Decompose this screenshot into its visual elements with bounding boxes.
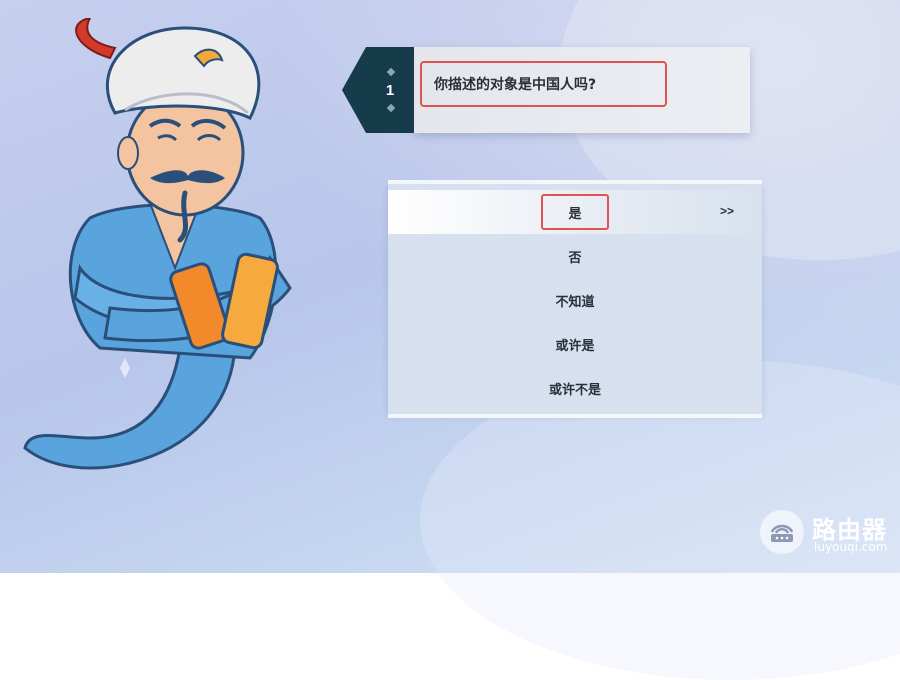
router-logo-icon (760, 510, 804, 554)
answer-probably[interactable]: 或许是 (388, 322, 762, 366)
answer-yes[interactable]: 是 >> (388, 190, 762, 234)
question-text: 你描述的对象是中国人吗? (420, 61, 667, 107)
question-panel: 1 你描述的对象是中国人吗? (342, 47, 750, 133)
answer-yes-highlight: 是 (541, 194, 609, 230)
answer-label: 或许不是 (548, 382, 601, 398)
watermark: 路由器 luyouqi.com (758, 508, 898, 568)
answer-dont-know[interactable]: 不知道 (388, 278, 762, 322)
answer-label: 否 (568, 250, 582, 266)
answer-label: 或许是 (555, 338, 595, 354)
question-number: 1 (385, 81, 395, 99)
genie-character (23, 18, 292, 470)
answer-label: 是 (568, 206, 582, 222)
answer-no[interactable]: 否 (388, 234, 762, 278)
watermark-subtitle: luyouqi.com (814, 540, 888, 554)
answer-label: 不知道 (555, 294, 595, 310)
chevron-right-icon: >> (719, 204, 734, 218)
answer-list: 是 >> 否 不知道 或许是 或许不是 (388, 180, 762, 418)
answer-probably-not[interactable]: 或许不是 (388, 366, 762, 410)
question-tab-arrow (342, 47, 366, 133)
